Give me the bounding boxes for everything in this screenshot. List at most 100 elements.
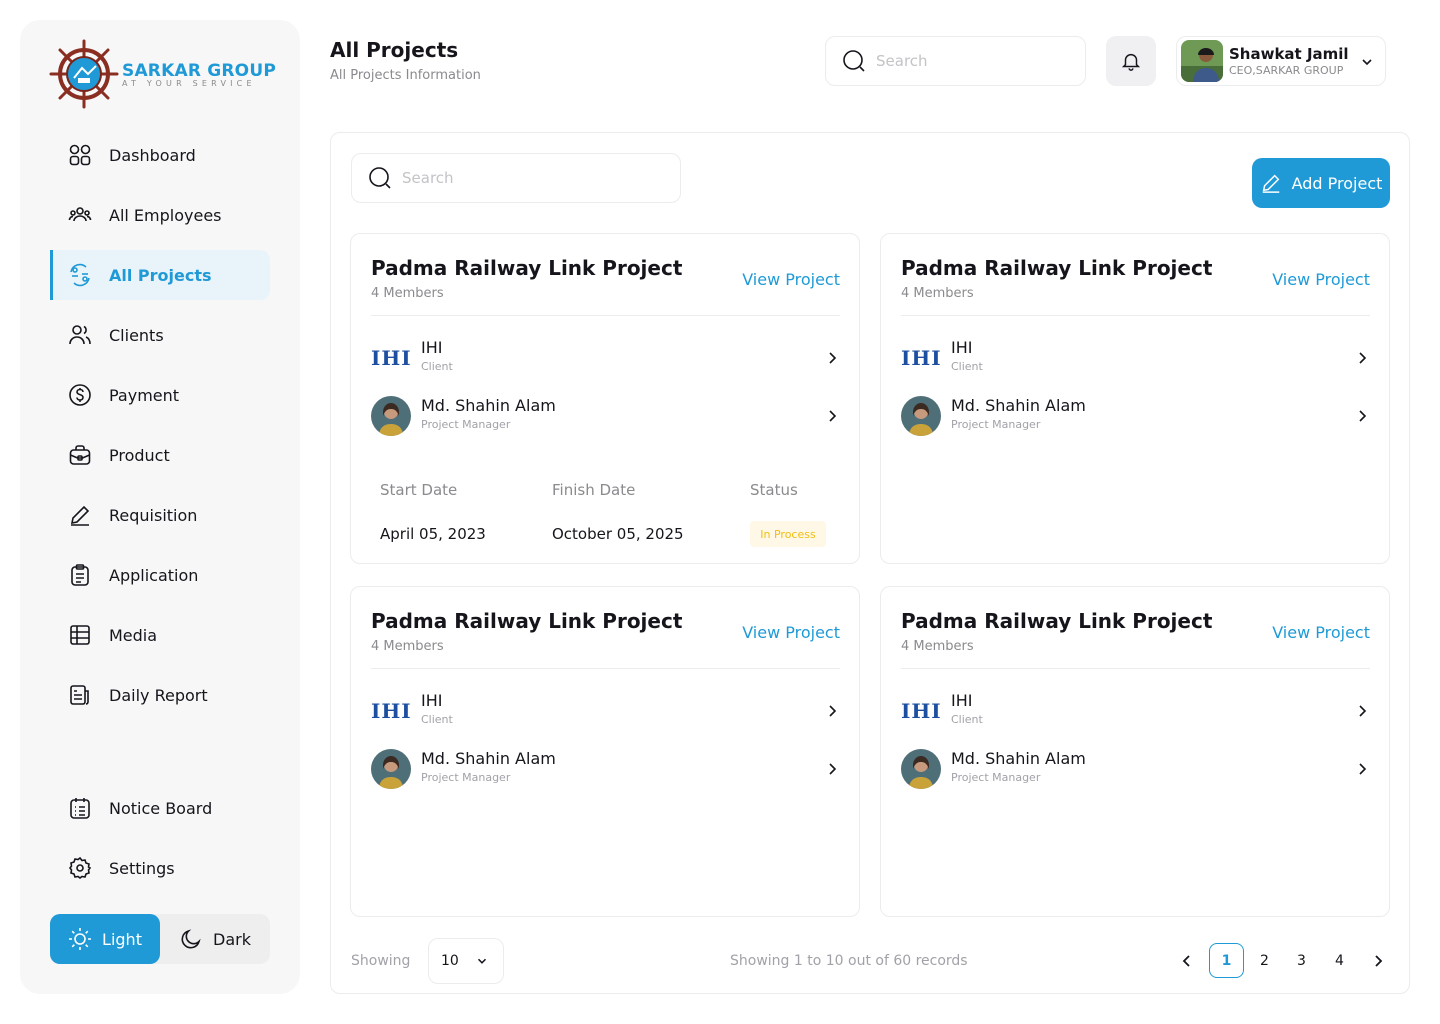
client-name: IHI (951, 338, 973, 357)
dark-mode-button[interactable]: Dark (160, 914, 270, 964)
sidebar-item-requisition[interactable]: Requisition (50, 490, 270, 540)
chevron-right-icon (1374, 954, 1382, 967)
projects-icon (70, 263, 90, 287)
brand-logo[interactable]: SARKAR GROUP AT YOUR SERVICE (48, 38, 276, 110)
sidebar-item-dashboard[interactable]: Dashboard (50, 130, 270, 180)
project-card: Padma Railway Link Project 4 Members Vie… (880, 233, 1390, 564)
sidebar-item-settings[interactable]: Settings (50, 843, 270, 893)
client-logo: IHI (371, 699, 412, 723)
chevron-right-icon (829, 705, 837, 717)
sidebar-item-clients[interactable]: Clients (50, 310, 270, 360)
sidebar-item-label: Payment (109, 385, 180, 405)
project-card: Padma Railway Link Project 4 Members Vie… (350, 586, 860, 917)
sidebar-item-payment[interactable]: Payment (50, 370, 270, 420)
sidebar-item-media[interactable]: Media (50, 610, 270, 660)
manager-row[interactable]: Md. Shahin Alam Project Manager (901, 749, 1370, 789)
light-mode-label: Light (102, 929, 142, 949)
project-title: Padma Railway Link Project (371, 256, 683, 280)
moon-icon (181, 929, 201, 949)
page-1-button[interactable]: 1 (1209, 943, 1244, 978)
client-name: IHI (951, 691, 973, 710)
sidebar-item-application[interactable]: Application (50, 550, 270, 600)
ship-wheel-logo-icon (49, 39, 119, 109)
sidebar-item-notice-board[interactable]: Notice Board (50, 783, 270, 833)
gear-icon (69, 856, 92, 879)
briefcase-icon (69, 445, 91, 465)
manager-row[interactable]: Md. Shahin Alam Project Manager (371, 396, 840, 436)
manager-role: Project Manager (421, 418, 511, 431)
prev-page-button[interactable] (1169, 943, 1204, 978)
sun-icon (69, 928, 92, 950)
sidebar-item-all-projects[interactable]: All Projects (50, 250, 270, 300)
manager-row[interactable]: Md. Shahin Alam Project Manager (371, 749, 840, 789)
client-logo: IHI (901, 699, 942, 723)
divider (371, 315, 840, 316)
chevron-right-icon (829, 410, 837, 422)
sidebar-item-daily-report[interactable]: Daily Report (50, 670, 270, 720)
project-card: Padma Railway Link Project 4 Members Vie… (880, 586, 1390, 917)
notifications-button[interactable] (1106, 36, 1156, 86)
manager-avatar (901, 749, 941, 789)
sidebar-item-label: Clients (109, 325, 164, 345)
search-icon (369, 167, 391, 189)
sidebar-item-label: All Projects (109, 265, 212, 285)
add-project-label: Add Project (1291, 173, 1383, 193)
view-project-link[interactable]: View Project (1272, 623, 1370, 642)
per-page-select[interactable]: 10 (428, 938, 504, 984)
sidebar-item-label: Notice Board (109, 798, 213, 818)
manager-name: Md. Shahin Alam (421, 749, 556, 768)
chevron-right-icon (829, 352, 837, 364)
light-mode-button[interactable]: Light (50, 914, 160, 964)
theme-toggle: Light Dark (50, 914, 270, 964)
view-project-link[interactable]: View Project (1272, 270, 1370, 289)
project-title: Padma Railway Link Project (901, 256, 1213, 280)
view-project-link[interactable]: View Project (742, 623, 840, 642)
manager-role: Project Manager (951, 418, 1041, 431)
client-name: IHI (421, 691, 443, 710)
page-2-button[interactable]: 2 (1247, 943, 1282, 978)
add-project-button[interactable]: Add Project (1252, 158, 1390, 208)
manager-avatar (901, 396, 941, 436)
project-members: 4 Members (371, 639, 444, 654)
status-label: Status (750, 481, 798, 499)
client-logo: IHI (371, 346, 412, 370)
view-project-link[interactable]: View Project (742, 270, 840, 289)
manager-role: Project Manager (421, 771, 511, 784)
client-logo: IHI (901, 346, 942, 370)
sidebar: SARKAR GROUP AT YOUR SERVICE Dashboard A… (20, 20, 300, 994)
client-row[interactable]: IHI IHI Client (901, 338, 1370, 378)
project-title: Padma Railway Link Project (901, 609, 1213, 633)
chevron-right-icon (1359, 410, 1367, 422)
project-search-input[interactable]: Search (351, 153, 681, 203)
manager-name: Md. Shahin Alam (951, 396, 1086, 415)
user-profile-menu[interactable]: Shawkat Jamil CEO,SARKAR GROUP (1176, 36, 1386, 86)
divider (371, 668, 840, 669)
employees-icon (68, 207, 92, 222)
project-members: 4 Members (901, 639, 974, 654)
header-search-input[interactable]: Search (825, 36, 1086, 86)
divider (901, 315, 1370, 316)
clients-icon (69, 325, 91, 345)
chevron-right-icon (829, 763, 837, 775)
client-row[interactable]: IHI IHI Client (901, 691, 1370, 731)
page-subtitle: All Projects Information (330, 68, 481, 83)
sidebar-item-all-employees[interactable]: All Employees (50, 190, 270, 240)
per-page-value: 10 (441, 953, 459, 969)
projects-panel: Search Add Project Padma Railway Link Pr… (330, 132, 1410, 994)
project-title: Padma Railway Link Project (371, 609, 683, 633)
project-members: 4 Members (371, 286, 444, 301)
start-date-label: Start Date (380, 481, 458, 499)
chevron-left-icon (1182, 954, 1190, 967)
search-icon (843, 50, 865, 72)
next-page-button[interactable] (1360, 943, 1395, 978)
sidebar-item-label: Product (109, 445, 170, 465)
manager-row[interactable]: Md. Shahin Alam Project Manager (901, 396, 1370, 436)
page-4-button[interactable]: 4 (1322, 943, 1357, 978)
sidebar-item-product[interactable]: Product (50, 430, 270, 480)
client-row[interactable]: IHI IHI Client (371, 691, 840, 731)
page-3-button[interactable]: 3 (1284, 943, 1319, 978)
client-row[interactable]: IHI IHI Client (371, 338, 840, 378)
project-members: 4 Members (901, 286, 974, 301)
sidebar-item-label: All Employees (109, 205, 222, 225)
sidebar-item-label: Media (109, 625, 158, 645)
